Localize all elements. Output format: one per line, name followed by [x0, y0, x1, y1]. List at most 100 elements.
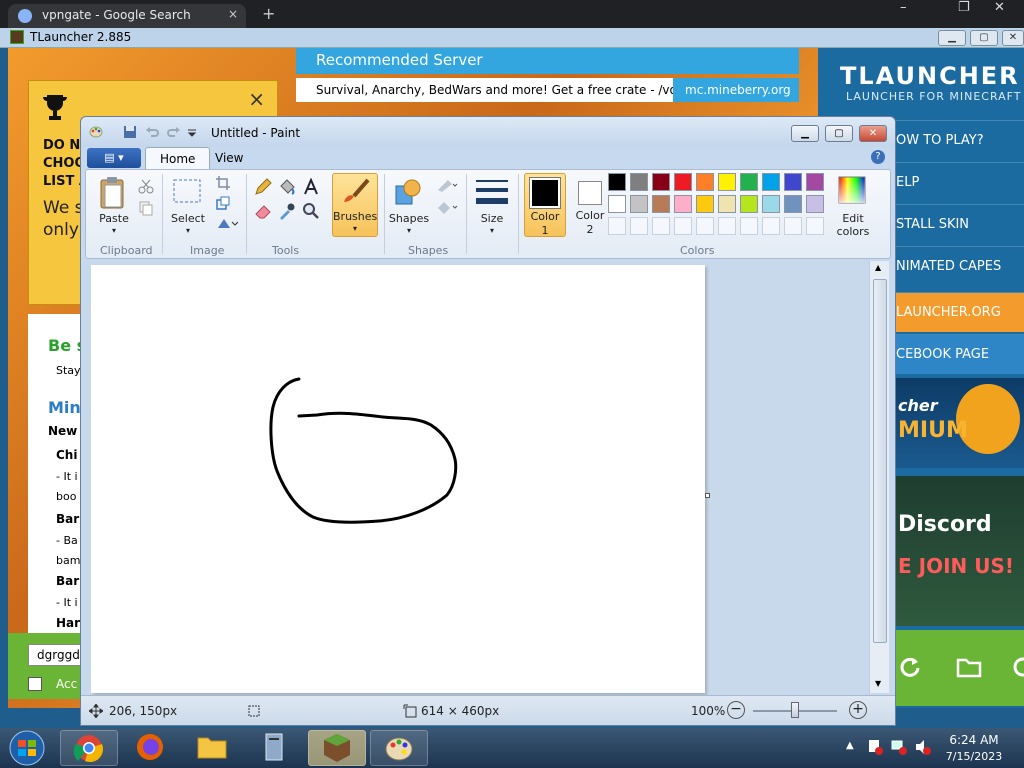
close-tab-icon[interactable]: × [228, 7, 238, 21]
color-swatch[interactable] [630, 173, 648, 191]
taskbar-firefox[interactable] [122, 730, 180, 766]
tlauncher-close-button[interactable]: ✕ [1002, 30, 1024, 46]
drawing-canvas[interactable] [91, 265, 710, 693]
menu-help[interactable]: ELP [896, 162, 1024, 202]
color-swatch[interactable] [608, 195, 626, 213]
premium-promo[interactable]: cher MIUM [896, 378, 1024, 468]
color-swatch[interactable] [784, 195, 802, 213]
chevron-down-icon[interactable]: ▾ [92, 226, 136, 235]
volume-icon[interactable] [914, 738, 932, 756]
paint-app-icon[interactable] [89, 125, 103, 139]
file-menu-button[interactable]: ▤ ▾ [87, 148, 141, 168]
username-input[interactable]: dgrggdg [28, 644, 88, 666]
start-button[interactable] [4, 729, 50, 767]
color-swatch[interactable] [740, 195, 758, 213]
zoom-out-button[interactable]: − [727, 701, 745, 719]
fill-bucket-icon[interactable] [278, 178, 296, 196]
color-swatch[interactable] [696, 195, 714, 213]
custom-color-slot[interactable] [784, 217, 802, 235]
rotate-icon[interactable] [216, 216, 238, 230]
copy-icon[interactable] [138, 200, 154, 216]
custom-color-slot[interactable] [652, 217, 670, 235]
fill-icon[interactable] [436, 200, 458, 214]
refresh-icon[interactable] [898, 656, 920, 678]
magnifier-icon[interactable] [302, 202, 320, 220]
color-swatch[interactable] [762, 195, 780, 213]
paint-maximize-button[interactable]: ▢ [825, 125, 853, 142]
color2-button[interactable]: Color 2 [570, 173, 610, 237]
cut-icon[interactable] [138, 178, 154, 194]
save-icon[interactable] [123, 125, 137, 139]
shapes-button[interactable]: Shapes [386, 212, 432, 225]
chevron-down-icon[interactable]: ▾ [472, 226, 512, 235]
shapes-icon[interactable] [392, 176, 424, 208]
text-tool-icon[interactable] [302, 178, 320, 196]
color1-button[interactable]: Color 1 [524, 173, 566, 237]
color-swatch[interactable] [784, 173, 802, 191]
undo-icon[interactable] [145, 125, 159, 139]
taskbar-app[interactable] [246, 730, 304, 766]
color-swatch[interactable] [630, 195, 648, 213]
color-swatch[interactable] [608, 173, 626, 191]
color-swatch[interactable] [806, 195, 824, 213]
pencil-icon[interactable] [254, 178, 272, 196]
custom-color-slot[interactable] [806, 217, 824, 235]
taskbar-chrome[interactable] [60, 730, 118, 766]
color-swatch[interactable] [674, 173, 692, 191]
color-swatch[interactable] [652, 195, 670, 213]
paste-icon[interactable] [98, 176, 128, 210]
custom-color-slot[interactable] [674, 217, 692, 235]
scrollbar-thumb[interactable] [873, 279, 887, 643]
accounts-checkbox[interactable] [28, 677, 42, 691]
eraser-icon[interactable] [254, 202, 272, 220]
taskbar-tlauncher[interactable] [308, 730, 366, 766]
gear-icon[interactable] [1012, 656, 1024, 678]
show-hidden-icons[interactable]: ▲ [846, 740, 854, 751]
custom-color-slot[interactable] [630, 217, 648, 235]
color-swatch[interactable] [740, 173, 758, 191]
brushes-button[interactable]: Brushes ▾ [332, 173, 378, 237]
tab-view[interactable]: View [201, 147, 257, 169]
chrome-minimize-button[interactable]: – [900, 0, 907, 15]
paint-close-button[interactable]: ✕ [859, 125, 887, 142]
crop-icon[interactable] [216, 176, 230, 190]
scroll-up-icon[interactable]: ▲ [875, 263, 881, 272]
menu-how-to-play[interactable]: OW TO PLAY? [896, 120, 1024, 160]
chrome-restore-button[interactable]: ❐ [958, 0, 970, 15]
taskbar-explorer[interactable] [184, 730, 242, 766]
color-swatch[interactable] [762, 173, 780, 191]
tlauncher-maximize-button[interactable]: ▢ [970, 30, 998, 46]
chrome-close-button[interactable]: ✕ [994, 0, 1005, 15]
menu-tlauncher-org[interactable]: LAUNCHER.ORG [896, 292, 1024, 332]
edit-colors-button[interactable]: Edit colors [828, 212, 878, 238]
network-icon[interactable] [890, 738, 908, 756]
clock-time[interactable]: 6:24 AM [934, 733, 1014, 747]
clock-date[interactable]: 7/15/2023 [934, 750, 1014, 763]
color-swatch[interactable] [674, 195, 692, 213]
size-icon[interactable] [476, 176, 508, 208]
menu-facebook-page[interactable]: CEBOOK PAGE [896, 334, 1024, 374]
menu-install-skin[interactable]: STALL SKIN [896, 204, 1024, 244]
color-picker-icon[interactable] [278, 202, 296, 220]
resize-icon[interactable] [216, 196, 230, 210]
select-button[interactable]: Select [168, 212, 208, 225]
zoom-slider-thumb[interactable] [791, 702, 799, 718]
menu-animated-capes[interactable]: NIMATED CAPES [896, 246, 1024, 286]
chevron-down-icon[interactable]: ▾ [168, 226, 208, 235]
edit-colors-icon[interactable] [838, 176, 866, 204]
tlauncher-minimize-button[interactable]: ▁ [938, 30, 966, 46]
vertical-scrollbar[interactable]: ▲ ▼ [869, 261, 889, 693]
chevron-down-icon[interactable]: ▾ [386, 226, 432, 235]
zoom-in-button[interactable]: + [849, 701, 867, 719]
new-tab-button[interactable]: + [262, 4, 275, 23]
custom-color-slot[interactable] [718, 217, 736, 235]
color-swatch[interactable] [718, 173, 736, 191]
action-center-icon[interactable] [866, 738, 884, 756]
color-swatch[interactable] [806, 173, 824, 191]
redo-icon[interactable] [167, 125, 181, 139]
server-address[interactable]: mc.mineberry.org [673, 78, 799, 102]
paint-minimize-button[interactable]: ▁ [791, 125, 819, 142]
discord-promo[interactable]: Discord E JOIN US! [896, 476, 1024, 626]
select-icon[interactable] [172, 178, 202, 204]
resize-handle[interactable] [705, 493, 710, 498]
